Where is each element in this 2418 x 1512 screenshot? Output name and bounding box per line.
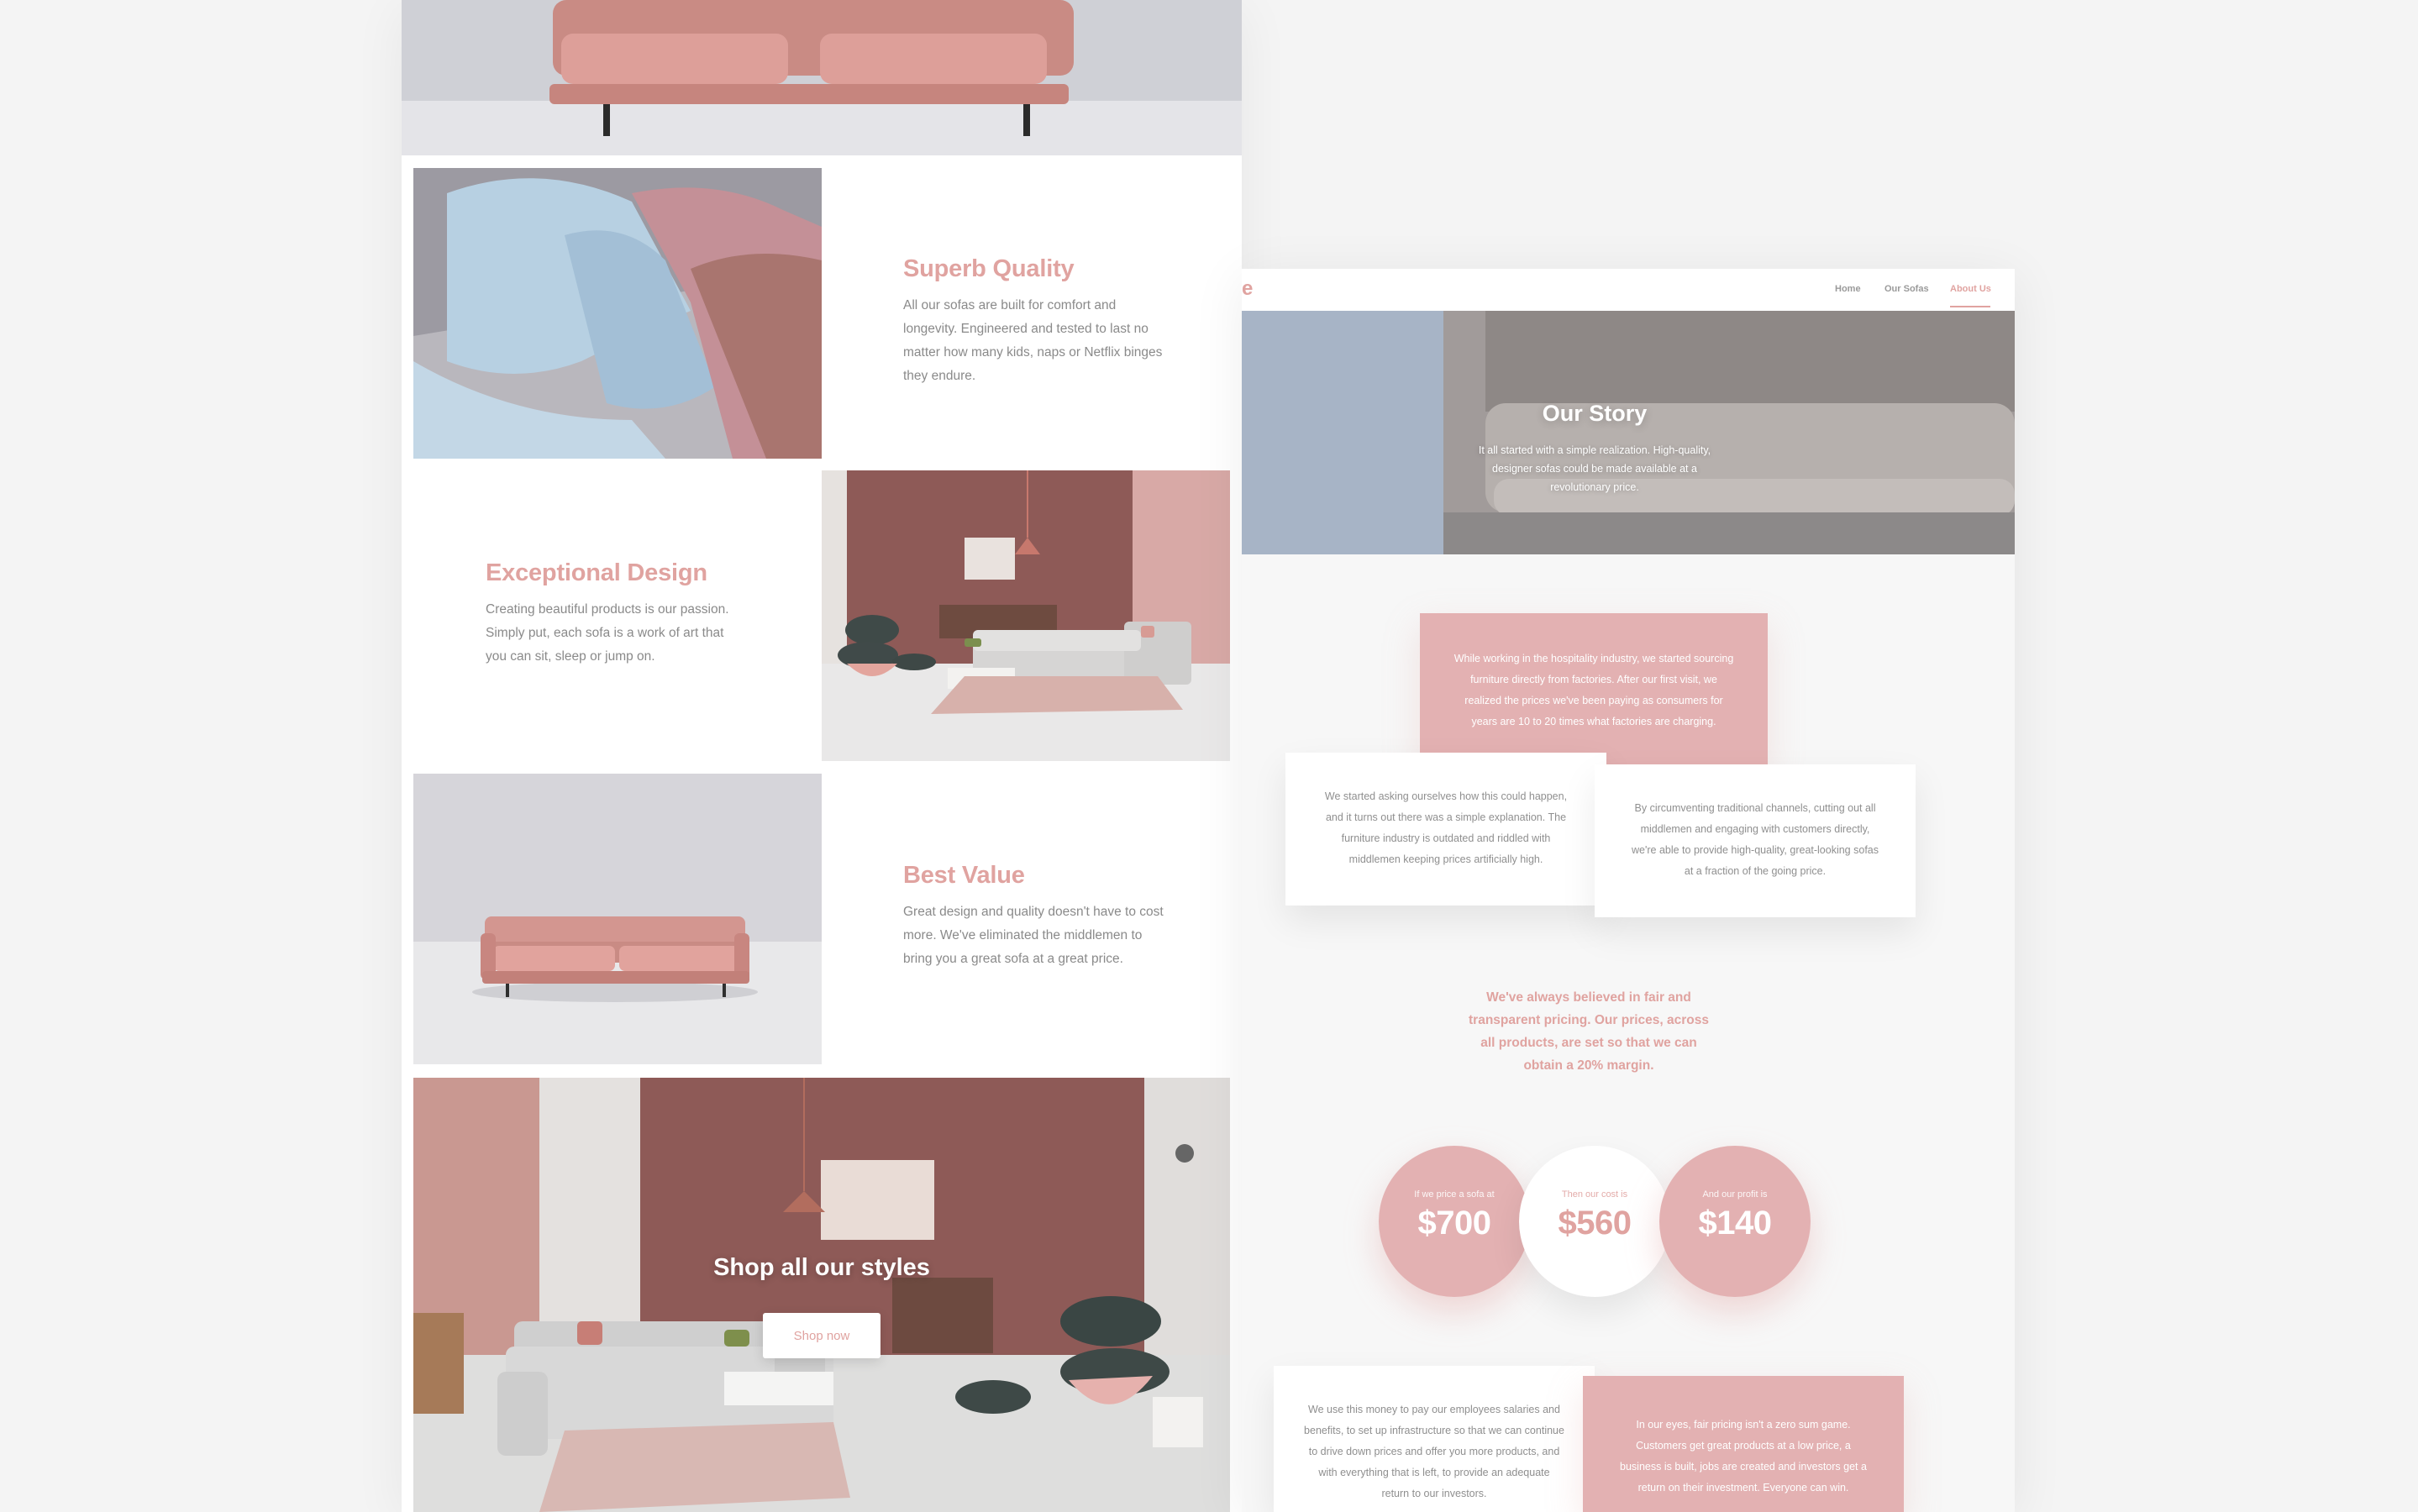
quality-sofa-photo: [413, 168, 822, 459]
profit-label: And our profit is: [1702, 1189, 1768, 1200]
hero-title: Our Story: [1542, 401, 1648, 426]
feature-title-quality: Superb Quality: [903, 255, 1075, 282]
profit-amount: $140: [1698, 1205, 1772, 1242]
feature-title-design: Exceptional Design: [486, 559, 707, 586]
logo[interactable]: e: [1242, 277, 1253, 301]
feature-title-value: Best Value: [903, 862, 1025, 889]
landing-page-mockup: Superb Quality All our sofas are built f…: [402, 0, 1242, 1512]
about-page-mockup: e Home Our Sofas About Us Our Story It a…: [1242, 269, 2015, 1512]
feature-text-design: Creating beautiful products is our passi…: [486, 602, 729, 664]
bottom-card-2: In our eyes, fair pricing isn't a zero s…: [1583, 1376, 1904, 1512]
cost-label: Then our cost is: [1561, 1189, 1628, 1200]
nav-home[interactable]: Home: [1835, 284, 1861, 294]
design-room-photo: [822, 470, 1230, 761]
value-sofa-photo: [413, 774, 822, 1064]
story-hero: Our Story It all started with a simple r…: [1242, 311, 2015, 554]
shop-title: Shop all our styles: [713, 1254, 930, 1281]
shop-banner: Shop all our styles Shop now: [413, 1078, 1230, 1512]
cost-amount: $560: [1558, 1205, 1632, 1242]
nav-active-indicator: [1950, 306, 1990, 307]
shop-now-button[interactable]: Shop now: [763, 1313, 880, 1358]
feature-text-quality: All our sofas are built for comfort and …: [903, 298, 1163, 383]
price-amount: $700: [1417, 1205, 1491, 1242]
story-card-3: By circumventing traditional channels, c…: [1595, 764, 1916, 917]
profit-circle: And our profit is $140: [1659, 1146, 1811, 1297]
hero-text: It all started with a simple realization…: [1478, 444, 1711, 493]
hero-sofa-photo: [402, 0, 1242, 155]
nav-our-sofas[interactable]: Our Sofas: [1884, 284, 1929, 294]
pricing-belief-text: We've always believed in fair and transp…: [1469, 990, 1709, 1073]
cost-circle: Then our cost is $560: [1519, 1146, 1670, 1297]
story-card-1: While working in the hospitality industr…: [1420, 613, 1768, 764]
feature-text-value: Great design and quality doesn't have to…: [903, 905, 1164, 966]
story-card-2: We started asking ourselves how this cou…: [1285, 753, 1606, 906]
top-nav: e Home Our Sofas About Us: [1242, 269, 2015, 311]
nav-about-us[interactable]: About Us: [1950, 284, 1991, 294]
bottom-card-1: We use this money to pay our employees s…: [1274, 1366, 1595, 1512]
price-circle: If we price a sofa at $700: [1379, 1146, 1530, 1297]
price-label: If we price a sofa at: [1414, 1189, 1495, 1200]
